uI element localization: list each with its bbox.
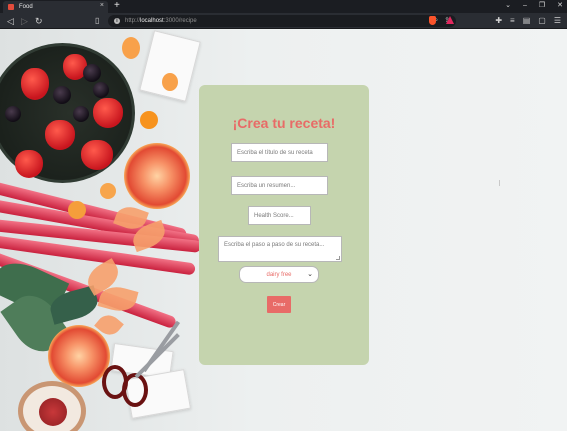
- kumquat: [162, 73, 178, 91]
- blackberry: [83, 64, 101, 82]
- berry-bowl: [0, 43, 135, 183]
- recipe-title-input[interactable]: Escriba el título de su receta: [231, 143, 328, 162]
- diet-select-value: dairy free: [266, 271, 292, 278]
- recipe-steps-textarea[interactable]: Escriba el paso a paso de su receta...: [218, 236, 342, 262]
- diet-select[interactable]: dairy free ⌄: [239, 266, 319, 283]
- brave-shields-icon[interactable]: [429, 16, 436, 25]
- tab-bar: Food × + ⌄ – ❐ ✕: [0, 0, 567, 13]
- kumquat: [122, 37, 140, 59]
- url-host: localhost: [140, 18, 164, 24]
- page-viewport: ¡Crea tu receta! Escriba el título de su…: [0, 29, 567, 431]
- blackberry: [5, 106, 21, 122]
- sidebar-icon[interactable]: ▤: [523, 15, 531, 27]
- blackberry: [73, 106, 89, 122]
- create-button[interactable]: Crear: [267, 296, 291, 313]
- form-title: ¡Crea tu receta!: [232, 115, 336, 131]
- kumquat: [100, 183, 116, 199]
- tab-favicon-icon: [8, 4, 14, 10]
- minimize-button[interactable]: –: [523, 0, 527, 12]
- strawberry: [21, 68, 49, 100]
- extensions-icon[interactable]: ✚: [495, 15, 502, 27]
- kumquat: [68, 201, 86, 219]
- address-bar[interactable]: i http:// localhost :3000/recipe ⌕ ⇪: [108, 15, 456, 27]
- site-info-icon[interactable]: i: [114, 18, 120, 24]
- playlist-icon[interactable]: ≡: [510, 15, 515, 27]
- back-icon[interactable]: ◁: [7, 15, 14, 27]
- blackberry: [53, 86, 71, 104]
- grapefruit-half: [48, 325, 110, 387]
- blackberry: [93, 82, 109, 98]
- browser-right-tools: ✚ ≡ ▤ ▢ ☰: [495, 15, 561, 27]
- grapefruit-half: [124, 143, 190, 209]
- pink-peppercorns: [39, 398, 67, 426]
- strawberry: [45, 120, 75, 150]
- cursor-mark: [499, 180, 500, 186]
- strawberry: [93, 98, 123, 128]
- chevron-down-icon: ⌄: [307, 271, 313, 278]
- resize-handle-icon[interactable]: [336, 256, 340, 260]
- forward-icon[interactable]: ▷: [21, 15, 28, 27]
- tab-title: Food: [19, 4, 33, 10]
- photo-card: [139, 30, 201, 102]
- recipe-steps-placeholder: Escriba el paso a paso de su receta...: [224, 242, 325, 248]
- url-path: :3000/recipe: [163, 18, 197, 24]
- kumquat: [140, 111, 158, 129]
- menu-icon[interactable]: ☰: [554, 15, 561, 27]
- reload-icon[interactable]: ↻: [35, 15, 43, 27]
- tab-search-icon[interactable]: ⌄: [505, 0, 511, 12]
- new-tab-button[interactable]: +: [114, 0, 120, 12]
- maximize-button[interactable]: ❐: [539, 0, 545, 12]
- wallet-icon[interactable]: ▢: [538, 15, 546, 27]
- brave-rewards-icon[interactable]: [446, 16, 454, 24]
- browser-toolbar: ◁ ▷ ↻ ▯ i http:// localhost :3000/recipe…: [0, 13, 567, 29]
- recipe-summary-input[interactable]: Escriba un resumen...: [231, 176, 328, 195]
- url-scheme: http://: [125, 18, 141, 24]
- tab-close-icon[interactable]: ×: [100, 2, 104, 9]
- strawberry: [81, 140, 113, 170]
- bookmark-icon[interactable]: ▯: [95, 15, 99, 27]
- tab-food[interactable]: Food ×: [3, 1, 108, 13]
- health-score-input[interactable]: Health Score...: [248, 206, 311, 225]
- berry-bowl-inner: [0, 46, 132, 180]
- spice-bowl: [18, 381, 86, 431]
- close-window-button[interactable]: ✕: [557, 0, 563, 12]
- create-recipe-form: ¡Crea tu receta! Escriba el título de su…: [199, 85, 369, 365]
- strawberry: [15, 150, 43, 178]
- window-controls: ⌄ – ❐ ✕: [505, 0, 563, 12]
- scissors-handle: [122, 373, 148, 407]
- spice-bowl-inner: [23, 386, 81, 431]
